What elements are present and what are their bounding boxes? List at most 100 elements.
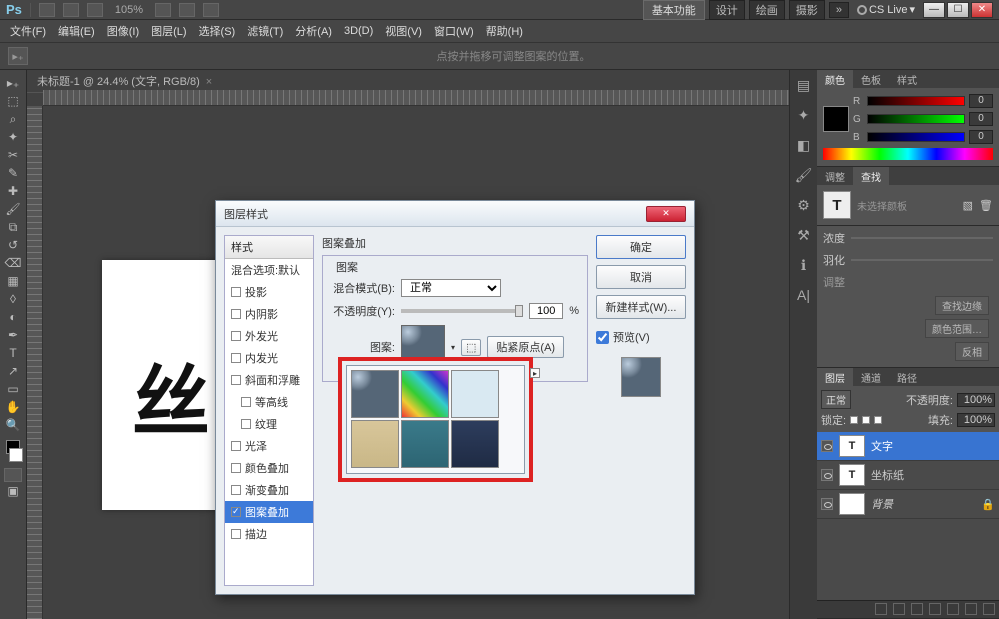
new-layer-icon[interactable] bbox=[965, 603, 977, 615]
blend-mode-select[interactable]: 正常 bbox=[821, 390, 851, 409]
toolbar-icon[interactable] bbox=[155, 3, 171, 17]
pen-tool-icon[interactable]: ✒ bbox=[3, 326, 23, 344]
type-tool-icon[interactable]: T bbox=[3, 344, 23, 362]
toolbar-icon[interactable] bbox=[203, 3, 219, 17]
history-brush-icon[interactable]: ↺ bbox=[3, 236, 23, 254]
layer-name[interactable]: 背景 bbox=[871, 496, 893, 512]
ok-button[interactable]: 确定 bbox=[596, 235, 686, 259]
adjustment-icon[interactable] bbox=[929, 603, 941, 615]
pattern-swatch-bubbles[interactable] bbox=[351, 370, 399, 418]
g-value[interactable]: 0 bbox=[969, 112, 993, 126]
lock-all-icon[interactable] bbox=[874, 416, 882, 424]
window-close[interactable]: ✕ bbox=[971, 2, 993, 18]
window-minimize[interactable]: — bbox=[923, 2, 945, 18]
color-swatches[interactable] bbox=[3, 440, 23, 462]
styles-panel-icon[interactable]: ◧ bbox=[795, 136, 813, 154]
feather-slider[interactable] bbox=[851, 259, 993, 261]
history-panel-icon[interactable]: ▤ bbox=[795, 76, 813, 94]
visibility-icon[interactable] bbox=[821, 440, 833, 452]
window-maximize[interactable]: ☐ bbox=[947, 2, 969, 18]
style-pattern-overlay[interactable]: 图案叠加 bbox=[225, 501, 313, 523]
zoom-tool-icon[interactable]: 🔍 bbox=[3, 416, 23, 434]
toolbar-icon[interactable] bbox=[87, 3, 103, 17]
b-slider[interactable] bbox=[867, 132, 965, 142]
stamp-tool-icon[interactable]: ⧉ bbox=[3, 218, 23, 236]
menu-image[interactable]: 图像(I) bbox=[103, 21, 143, 41]
r-slider[interactable] bbox=[867, 96, 965, 106]
healing-tool-icon[interactable]: ✚ bbox=[3, 182, 23, 200]
workspace-photography[interactable]: 摄影 bbox=[789, 0, 825, 20]
tab-layers[interactable]: 图层 bbox=[817, 368, 853, 386]
blend-options-item[interactable]: 混合选项:默认 bbox=[225, 259, 313, 281]
style-inner-shadow[interactable]: 内阴影 bbox=[225, 303, 313, 325]
hand-tool-icon[interactable]: ✋ bbox=[3, 398, 23, 416]
quickmask-icon[interactable] bbox=[4, 468, 22, 482]
layer-row[interactable]: 背景 🔒 bbox=[817, 490, 999, 519]
menu-window[interactable]: 窗口(W) bbox=[430, 21, 478, 41]
fx-icon[interactable] bbox=[893, 603, 905, 615]
style-gradient-overlay[interactable]: 渐变叠加 bbox=[225, 479, 313, 501]
menu-file[interactable]: 文件(F) bbox=[6, 21, 50, 41]
workspace-more[interactable]: » bbox=[829, 2, 849, 18]
layer-row[interactable]: T 文字 bbox=[817, 432, 999, 461]
pattern-swatch-sand[interactable] bbox=[351, 420, 399, 468]
cs-live[interactable]: CS Live ▾ bbox=[853, 3, 919, 16]
layer-name[interactable]: 坐标纸 bbox=[871, 467, 904, 483]
toolbar-icon[interactable] bbox=[39, 3, 55, 17]
color-range-btn[interactable]: 颜色范围… bbox=[925, 319, 989, 338]
path-tool-icon[interactable]: ↗ bbox=[3, 362, 23, 380]
dialog-close-button[interactable]: ✕ bbox=[646, 206, 686, 222]
current-tool-indicator[interactable]: ▸₊ bbox=[8, 47, 28, 65]
fill-value[interactable]: 100% bbox=[957, 413, 995, 427]
tab-swatches[interactable]: 色板 bbox=[853, 70, 889, 88]
layer-name[interactable]: 文字 bbox=[871, 438, 893, 454]
menu-analysis[interactable]: 分析(A) bbox=[291, 21, 336, 41]
flyout-menu-icon[interactable] bbox=[530, 368, 540, 378]
dodge-tool-icon[interactable]: ◐ bbox=[3, 308, 23, 326]
brush-tool-icon[interactable]: 🖌 bbox=[3, 200, 23, 218]
cancel-button[interactable]: 取消 bbox=[596, 265, 686, 289]
menu-edit[interactable]: 编辑(E) bbox=[54, 21, 99, 41]
styles-header[interactable]: 样式 bbox=[225, 236, 313, 259]
new-pattern-icon[interactable]: ⬚ bbox=[461, 339, 481, 356]
menu-3d[interactable]: 3D(D) bbox=[340, 23, 377, 39]
link-layers-icon[interactable] bbox=[875, 603, 887, 615]
eraser-tool-icon[interactable]: ⌫ bbox=[3, 254, 23, 272]
r-value[interactable]: 0 bbox=[969, 94, 993, 108]
opacity-input[interactable] bbox=[529, 303, 563, 319]
toolbar-icon[interactable] bbox=[63, 3, 79, 17]
pattern-swatch-rainbow[interactable] bbox=[401, 370, 449, 418]
wand-tool-icon[interactable]: ✦ bbox=[3, 128, 23, 146]
mask-icon[interactable] bbox=[911, 603, 923, 615]
style-outer-glow[interactable]: 外发光 bbox=[225, 325, 313, 347]
menu-layer[interactable]: 图层(L) bbox=[147, 21, 190, 41]
screenmode-icon[interactable]: ▣ bbox=[3, 482, 23, 500]
close-icon[interactable]: × bbox=[206, 76, 212, 88]
move-tool-icon[interactable]: ▸₊ bbox=[3, 74, 23, 92]
workspace-painting[interactable]: 绘画 bbox=[749, 0, 785, 20]
dialog-titlebar[interactable]: 图层样式 ✕ bbox=[216, 201, 694, 227]
gradient-tool-icon[interactable]: ▦ bbox=[3, 272, 23, 290]
style-bevel[interactable]: 斜面和浮雕 bbox=[225, 369, 313, 391]
find-edges-btn[interactable]: 查找边缘 bbox=[935, 296, 989, 315]
crop-tool-icon[interactable]: ✂ bbox=[3, 146, 23, 164]
info-panel-icon[interactable]: ℹ bbox=[795, 256, 813, 274]
pattern-swatch-teal[interactable] bbox=[401, 420, 449, 468]
menu-filter[interactable]: 滤镜(T) bbox=[243, 21, 287, 41]
g-slider[interactable] bbox=[867, 114, 965, 124]
actions-panel-icon[interactable]: ✦ bbox=[795, 106, 813, 124]
tab-color[interactable]: 颜色 bbox=[817, 70, 853, 88]
menu-help[interactable]: 帮助(H) bbox=[482, 21, 527, 41]
para-panel-icon[interactable]: A| bbox=[795, 286, 813, 304]
blend-mode-select[interactable]: 正常 bbox=[401, 279, 501, 297]
style-inner-glow[interactable]: 内发光 bbox=[225, 347, 313, 369]
group-icon[interactable] bbox=[947, 603, 959, 615]
tab-styles[interactable]: 样式 bbox=[889, 70, 925, 88]
snap-origin-button[interactable]: 贴紧原点(A) bbox=[487, 336, 564, 358]
delete-layer-icon[interactable] bbox=[983, 603, 995, 615]
background-swatch[interactable] bbox=[9, 448, 23, 462]
lock-position-icon[interactable] bbox=[862, 416, 870, 424]
style-stroke[interactable]: 描边 bbox=[225, 523, 313, 545]
style-contour[interactable]: 等高线 bbox=[225, 391, 313, 413]
lock-pixels-icon[interactable] bbox=[850, 416, 858, 424]
